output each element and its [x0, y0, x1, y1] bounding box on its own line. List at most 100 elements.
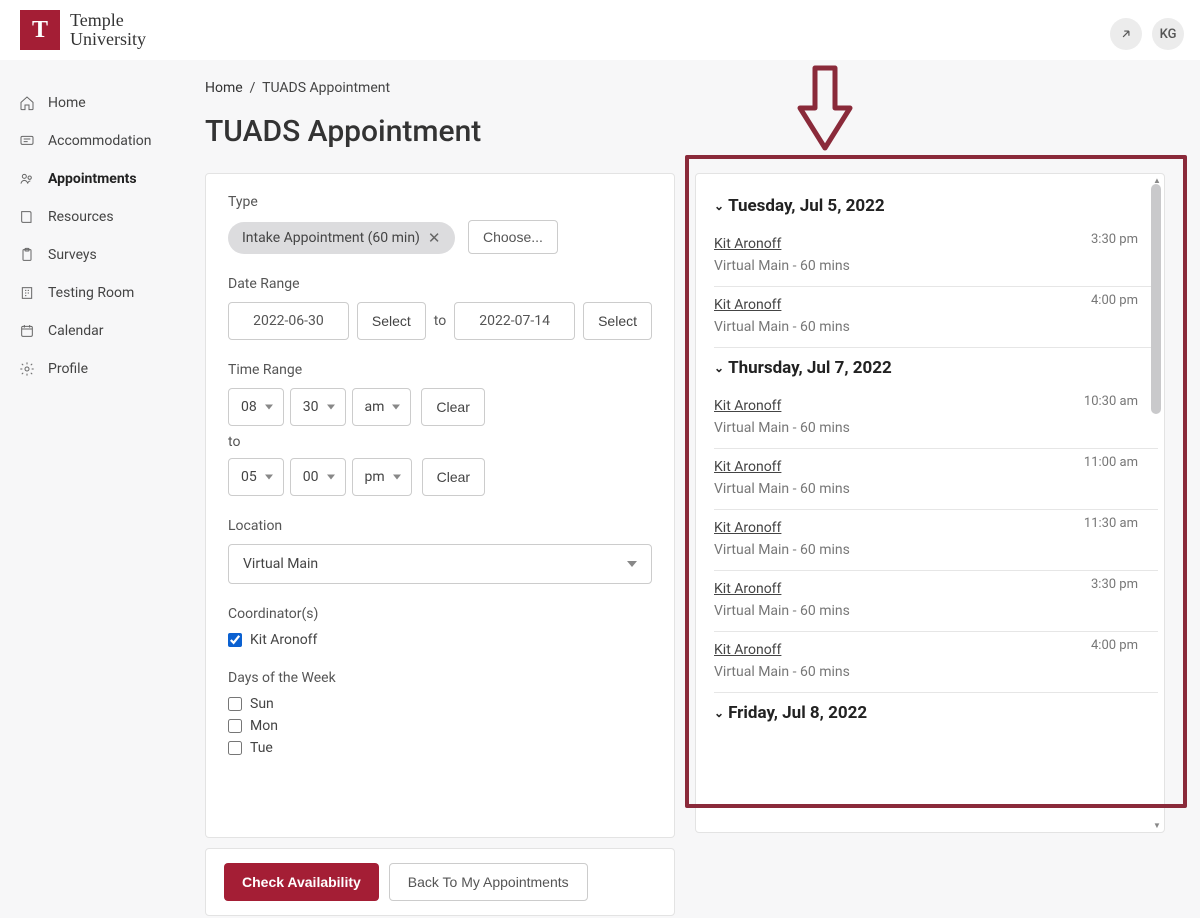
user-avatar[interactable]: KG [1152, 18, 1184, 50]
slot-time: 11:30 am [1084, 516, 1138, 531]
availability-slot[interactable]: Kit AronoffVirtual Main - 60 mins10:30 a… [714, 388, 1158, 449]
day-header[interactable]: ⌄Thursday, Jul 7, 2022 [714, 358, 1158, 378]
page-title: TUADS Appointment [205, 114, 1200, 149]
sidebar-item-appointments[interactable]: Appointments [0, 160, 205, 198]
slot-time: 3:30 pm [1091, 232, 1138, 247]
chat-icon [18, 132, 36, 150]
time-to-hour[interactable]: 05 [228, 458, 284, 496]
sidebar-item-home[interactable]: Home [0, 84, 205, 122]
sidebar-item-label: Accommodation [48, 133, 152, 149]
back-button[interactable]: Back To My Appointments [389, 863, 588, 901]
chevron-down-icon: ⌄ [714, 199, 724, 213]
slot-coordinator-link[interactable]: Kit Aronoff [714, 642, 781, 658]
sidebar-item-label: Home [48, 95, 86, 111]
sidebar-item-calendar[interactable]: Calendar [0, 312, 205, 350]
clipboard-icon [18, 246, 36, 264]
popout-icon[interactable] [1110, 18, 1142, 50]
slot-coordinator-link[interactable]: Kit Aronoff [714, 398, 781, 414]
day-checkbox-sun[interactable]: Sun [228, 696, 652, 712]
action-bar: Check Availability Back To My Appointmen… [205, 848, 675, 916]
day-sun-checkbox[interactable] [228, 697, 242, 711]
sidebar-item-resources[interactable]: Resources [0, 198, 205, 236]
slot-coordinator-link[interactable]: Kit Aronoff [714, 459, 781, 475]
sidebar-item-label: Testing Room [48, 285, 134, 301]
chevron-down-icon: ⌄ [714, 706, 724, 720]
slot-time: 11:00 am [1084, 455, 1138, 470]
to-label-2: to [228, 434, 652, 450]
time-to-min[interactable]: 00 [290, 458, 346, 496]
check-availability-button[interactable]: Check Availability [224, 863, 379, 901]
slot-location: Virtual Main - 60 mins [714, 603, 1158, 619]
slot-coordinator-link[interactable]: Kit Aronoff [714, 297, 781, 313]
availability-slot[interactable]: Kit AronoffVirtual Main - 60 mins4:00 pm [714, 632, 1158, 693]
date-range-label: Date Range [228, 276, 652, 292]
coordinators-label: Coordinator(s) [228, 606, 652, 622]
date-to-input[interactable]: 2022-07-14 [454, 302, 575, 340]
time-to-ampm[interactable]: pm [352, 458, 412, 496]
slot-coordinator-link[interactable]: Kit Aronoff [714, 520, 781, 536]
calendar-icon [18, 322, 36, 340]
brand-text: Temple University [70, 11, 146, 49]
clear-to-button[interactable]: Clear [422, 458, 485, 496]
slot-location: Virtual Main - 60 mins [714, 319, 1158, 335]
sidebar-item-label: Appointments [48, 171, 137, 187]
slot-location: Virtual Main - 60 mins [714, 481, 1158, 497]
day-mon-checkbox[interactable] [228, 719, 242, 733]
day-tue-checkbox[interactable] [228, 741, 242, 755]
time-from-hour[interactable]: 08 [228, 388, 284, 426]
sidebar-item-testing-room[interactable]: Testing Room [0, 274, 205, 312]
app-header: T Temple University KG [0, 0, 1200, 60]
clear-from-button[interactable]: Clear [421, 388, 484, 426]
availability-slot[interactable]: Kit Aronoff Virtual Main - 60 mins 3:30 pm [714, 226, 1158, 287]
breadcrumb-current: TUADS Appointment [262, 80, 390, 96]
sidebar-item-surveys[interactable]: Surveys [0, 236, 205, 274]
select-from-button[interactable]: Select [357, 302, 426, 340]
filter-form: Type Intake Appointment (60 min) ✕ Choos… [205, 173, 675, 838]
day-checkbox-mon[interactable]: Mon [228, 718, 652, 734]
day-header[interactable]: ⌄Tuesday, Jul 5, 2022 [714, 196, 1158, 216]
breadcrumb-home[interactable]: Home [205, 80, 243, 96]
location-select[interactable]: Virtual Main [228, 544, 652, 584]
slot-coordinator-link[interactable]: Kit Aronoff [714, 581, 781, 597]
slot-time: 4:00 pm [1091, 293, 1138, 308]
chevron-down-icon: ⌄ [714, 361, 724, 375]
slot-location: Virtual Main - 60 mins [714, 258, 1158, 274]
sidebar-item-profile[interactable]: Profile [0, 350, 205, 388]
availability-slot[interactable]: Kit Aronoff Virtual Main - 60 mins 4:00 pm [714, 287, 1158, 348]
gear-icon [18, 360, 36, 378]
sidebar-item-label: Calendar [48, 323, 104, 339]
close-icon[interactable]: ✕ [428, 229, 441, 247]
home-icon [18, 94, 36, 112]
sidebar-item-accommodation[interactable]: Accommodation [0, 122, 205, 160]
sidebar: Home Accommodation Appointments Resource… [0, 60, 205, 918]
time-from-ampm[interactable]: am [352, 388, 412, 426]
availability-results: ⌄Tuesday, Jul 5, 2022Kit AronoffVirtual … [695, 173, 1165, 833]
time-range-label: Time Range [228, 362, 652, 378]
book-icon [18, 208, 36, 226]
date-from-input[interactable]: 2022-06-30 [228, 302, 349, 340]
sidebar-item-label: Resources [48, 209, 114, 225]
sidebar-item-label: Profile [48, 361, 88, 377]
type-chip: Intake Appointment (60 min) ✕ [228, 222, 455, 254]
results-scrollbar[interactable]: ▲ ▼ [1151, 178, 1161, 828]
days-label: Days of the Week [228, 670, 652, 686]
slot-coordinator-link[interactable]: Kit Aronoff [714, 236, 781, 252]
choose-button[interactable]: Choose... [468, 220, 558, 254]
location-label: Location [228, 518, 652, 534]
coordinator-checkbox-row[interactable]: Kit Aronoff [228, 632, 652, 648]
sidebar-item-label: Surveys [48, 247, 97, 263]
availability-slot[interactable]: Kit Aronoff Virtual Main - 60 mins 11:00 a… [714, 449, 1158, 510]
day-checkbox-tue[interactable]: Tue [228, 740, 652, 756]
availability-slot[interactable]: Kit Aronoff Virtual Main - 60 mins 11:30 a… [714, 510, 1158, 571]
time-from-min[interactable]: 30 [290, 388, 346, 426]
coordinator-checkbox[interactable] [228, 633, 242, 647]
day-header[interactable]: ⌄Friday, Jul 8, 2022 [714, 703, 1158, 723]
building-icon [18, 284, 36, 302]
slot-location: Virtual Main - 60 mins [714, 542, 1158, 558]
to-label: to [434, 313, 446, 329]
availability-slot[interactable]: Kit AronoffVirtual Main - 60 mins3:30 pm [714, 571, 1158, 632]
scroll-thumb[interactable] [1151, 184, 1161, 414]
select-to-button[interactable]: Select [583, 302, 652, 340]
type-label: Type [228, 194, 652, 210]
scroll-down-icon[interactable]: ▼ [1153, 821, 1161, 830]
